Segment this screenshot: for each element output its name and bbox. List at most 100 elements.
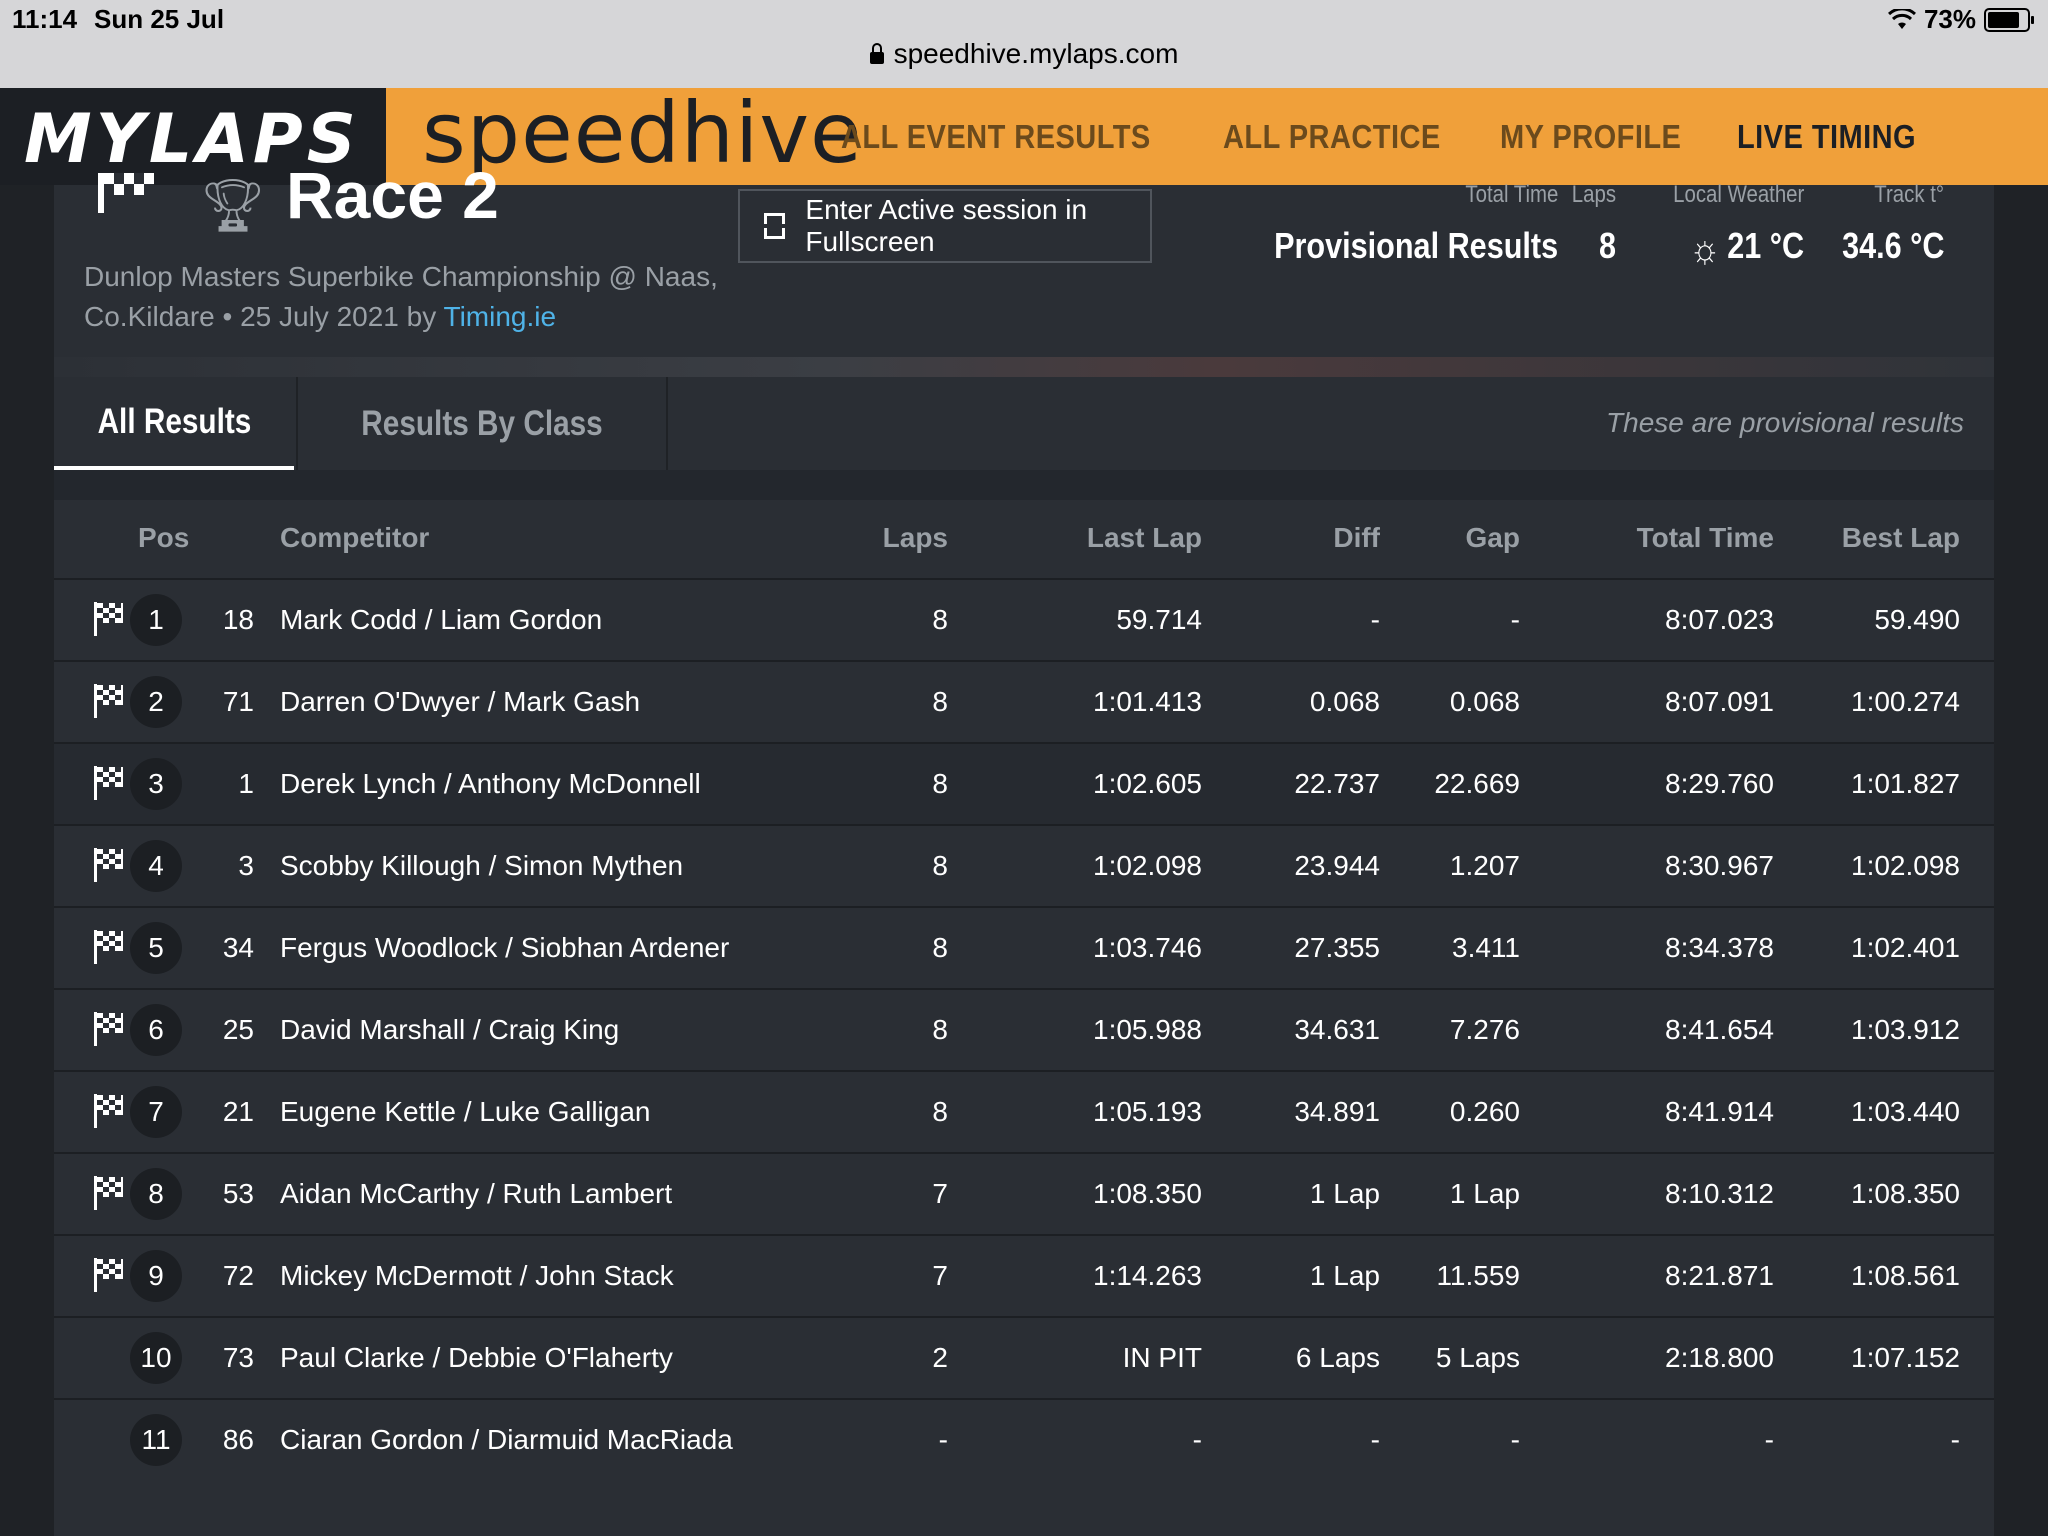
tab-all-results[interactable]: All Results [54, 377, 294, 470]
fullscreen-icon [764, 213, 786, 239]
page-footer-edge [54, 1478, 1994, 1536]
diff-cell: 22.737 [1294, 768, 1380, 799]
table-row[interactable]: 11 86 Ciaran Gordon / Diarmuid MacRiada - - -… [54, 1398, 1994, 1480]
table-row[interactable]: 4 3 Scobby Killough / Simon Mythen 8 1:02.09… [54, 824, 1994, 906]
checkered-flag-icon [94, 848, 124, 882]
table-row[interactable]: 9 72 Mickey McDermott / John Stack 7 1:14.26… [54, 1234, 1994, 1316]
diff-cell: 34.891 [1294, 1096, 1380, 1127]
last-lap-cell: 1:05.988 [1093, 1014, 1202, 1045]
position-badge: 6 [130, 1004, 182, 1056]
position-badge: 8 [130, 1168, 182, 1220]
best-lap-cell: 1:02.098 [1851, 850, 1960, 881]
competitor-number: 34 [222, 932, 254, 963]
best-lap-cell: 1:01.827 [1851, 768, 1960, 799]
track-temp-label: Track t° [1874, 181, 1944, 208]
laps-cell: 7 [932, 1178, 948, 1209]
banner-strip [54, 357, 1994, 377]
header-last-lap[interactable]: Last Lap [1087, 522, 1202, 554]
competitor-name[interactable]: Aidan McCarthy / Ruth Lambert [280, 1178, 672, 1210]
diff-cell: 1 Lap [1309, 1260, 1380, 1291]
header-competitor[interactable]: Competitor [280, 522, 429, 554]
total-time-cell: 2:18.800 [1665, 1342, 1774, 1373]
competitor-name[interactable]: David Marshall / Craig King [280, 1014, 619, 1046]
gap-cell: 7.276 [1449, 1014, 1520, 1045]
header-laps[interactable]: Laps [883, 522, 948, 554]
table-row[interactable]: 1 18 Mark Codd / Liam Gordon 8 59.714 - - 8:07.… [54, 578, 1994, 660]
table-row[interactable]: 6 25 David Marshall / Craig King 8 1:05.988 3… [54, 988, 1994, 1070]
competitor-name[interactable]: Mark Codd / Liam Gordon [280, 604, 602, 636]
total-time-cell: - [1764, 1424, 1774, 1455]
total-time-cell: 8:29.760 [1665, 768, 1774, 799]
competitor-number: 21 [222, 1096, 254, 1127]
status-time: 11:14 [12, 4, 78, 34]
battery-percent: 73% [1923, 4, 1976, 34]
competitor-name[interactable]: Eugene Kettle / Luke Galligan [280, 1096, 650, 1128]
table-row[interactable]: 3 1 Derek Lynch / Anthony McDonnell 8 1:02.6… [54, 742, 1994, 824]
last-lap-cell: 1:03.746 [1093, 932, 1202, 963]
table-row[interactable]: 7 21 Eugene Kettle / Luke Galligan 8 1:05.19… [54, 1070, 1994, 1152]
results-table: Pos Competitor Laps Last Lap Diff Gap To… [54, 500, 1994, 1480]
table-row[interactable]: 2 71 Darren O'Dwyer / Mark Gash 8 1:01.413 0.… [54, 660, 1994, 742]
competitor-name[interactable]: Scobby Killough / Simon Mythen [280, 850, 683, 882]
organizer-link[interactable]: Timing.ie [444, 301, 557, 332]
laps-value: 8 [1598, 225, 1616, 266]
fullscreen-button[interactable]: Enter Active session in Fullscreen [738, 189, 1152, 263]
nav-all-practice[interactable]: ALL PRACTICE [1223, 118, 1441, 156]
header-best-lap[interactable]: Best Lap [1842, 522, 1960, 554]
competitor-name[interactable]: Fergus Woodlock / Siobhan Ardener [280, 932, 729, 964]
table-header: Pos Competitor Laps Last Lap Diff Gap To… [54, 500, 1994, 578]
table-row[interactable]: 5 34 Fergus Woodlock / Siobhan Ardener 8 1:0… [54, 906, 1994, 988]
gap-cell: 0.260 [1449, 1096, 1520, 1127]
header-diff[interactable]: Diff [1333, 522, 1380, 554]
header-total-time[interactable]: Total Time [1637, 522, 1774, 554]
table-row[interactable]: 10 73 Paul Clarke / Debbie O'Flaherty 2 IN P… [54, 1316, 1994, 1398]
competitor-number: 3 [238, 850, 254, 881]
best-lap-cell: 1:03.440 [1851, 1096, 1960, 1127]
last-lap-cell: 1:02.605 [1093, 768, 1202, 799]
gap-cell: 1 Lap [1449, 1178, 1520, 1209]
diff-cell: 0.068 [1309, 686, 1380, 717]
fullscreen-label: Enter Active session in Fullscreen [805, 194, 1088, 257]
laps-cell: 8 [932, 1096, 948, 1127]
gap-cell: 3.411 [1452, 932, 1520, 963]
tab-results-by-class[interactable]: Results By Class [296, 377, 668, 470]
backdrop-right [1994, 185, 2048, 1536]
checkered-flag-icon [98, 173, 154, 213]
laps-cell: - [938, 1424, 948, 1455]
table-row[interactable]: 8 53 Aidan McCarthy / Ruth Lambert 7 1:08.35… [54, 1152, 1994, 1234]
event-subtitle: Dunlop Masters Superbike Championship @ … [84, 257, 784, 337]
backdrop-left [0, 185, 54, 1536]
ios-status-bar: 11:14 Sun 25 Jul 73% speedhive.mylaps.co… [0, 0, 2048, 88]
session-header: 🏆︎ Race 2 Dunlop Masters Superbike Champ… [54, 158, 1994, 357]
address-bar[interactable]: speedhive.mylaps.com [0, 38, 2048, 70]
gap-cell: 1.207 [1449, 850, 1520, 881]
best-lap-cell: 1:07.152 [1851, 1342, 1960, 1373]
nav-live-timing[interactable]: LIVE TIMING [1737, 118, 1916, 156]
tab-all-results-label: All Results [97, 401, 251, 441]
competitor-name[interactable]: Paul Clarke / Debbie O'Flaherty [280, 1342, 673, 1374]
diff-cell: 34.631 [1294, 1014, 1380, 1045]
competitor-name[interactable]: Ciaran Gordon / Diarmuid MacRiada [280, 1424, 733, 1456]
total-time-cell: 8:34.378 [1665, 932, 1774, 963]
competitor-name[interactable]: Derek Lynch / Anthony McDonnell [280, 768, 701, 800]
laps-cell: 8 [932, 1014, 948, 1045]
gap-cell: 11.559 [1436, 1260, 1520, 1291]
checkered-flag-icon [94, 602, 124, 636]
competitor-name[interactable]: Darren O'Dwyer / Mark Gash [280, 686, 640, 718]
header-pos[interactable]: Pos [138, 522, 189, 554]
last-lap-cell: 1:08.350 [1093, 1178, 1202, 1209]
sun-icon: ☼ [1689, 227, 1721, 271]
main-nav: ALL EVENT RESULTS ALL PRACTICE MY PROFIL… [841, 118, 1940, 156]
competitor-name[interactable]: Mickey McDermott / John Stack [280, 1260, 674, 1292]
nav-my-profile[interactable]: MY PROFILE [1500, 118, 1681, 156]
total-time-cell: 8:10.312 [1665, 1178, 1774, 1209]
position-badge: 7 [130, 1086, 182, 1138]
provisional-note: These are provisional results [1606, 407, 1964, 438]
diff-cell: - [1370, 604, 1380, 635]
total-time-cell: 8:21.871 [1665, 1260, 1774, 1291]
gap-cell: - [1510, 604, 1520, 635]
position-badge: 9 [130, 1250, 182, 1302]
header-gap[interactable]: Gap [1466, 522, 1520, 554]
checkered-flag-icon [94, 1258, 124, 1292]
nav-all-event-results[interactable]: ALL EVENT RESULTS [841, 118, 1151, 156]
